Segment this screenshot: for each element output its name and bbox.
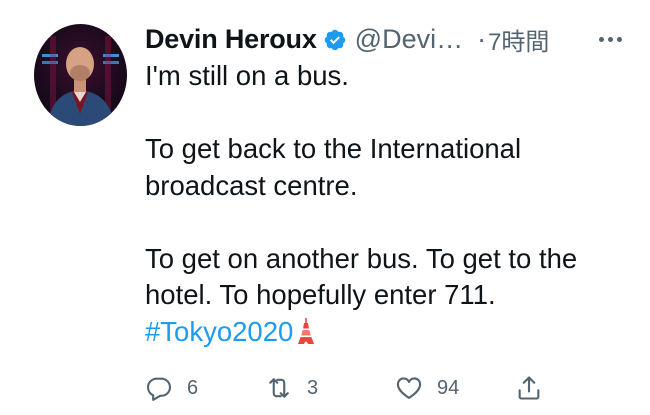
tweet-text-line: To get back to the International <box>145 133 522 164</box>
tweet-text-line: I'm still on a bus. <box>145 60 349 91</box>
tweet-card[interactable]: Devin Heroux @Devi… · 7時間 I'm still on a… <box>0 0 650 415</box>
author-handle[interactable]: @Devi… <box>355 24 463 55</box>
reply-icon <box>145 374 173 402</box>
retweet-button[interactable]: 3 <box>265 368 318 408</box>
tweet-text-line: hotel. To hopefully enter 711. <box>145 279 496 310</box>
avatar[interactable] <box>34 24 127 126</box>
heart-icon <box>395 374 423 402</box>
header-separator: · <box>477 23 487 54</box>
share-button[interactable] <box>515 368 543 408</box>
tweet-text-line: To get on another bus. To get to the <box>145 242 578 274</box>
tweet-text: I'm still on a bus. To get back to the I… <box>145 58 640 350</box>
hashtag-line: #Tokyo2020 <box>145 314 640 351</box>
tweet-timestamp[interactable]: 7時間 <box>488 22 549 57</box>
tokyo-tower-icon <box>297 317 315 345</box>
like-button[interactable]: 94 <box>395 368 459 408</box>
author-display-name[interactable]: Devin Heroux <box>145 24 317 55</box>
tweet-text-line: broadcast centre. <box>145 169 358 201</box>
reply-button[interactable]: 6 <box>145 368 198 408</box>
reply-count: 6 <box>187 376 199 399</box>
verified-badge-icon <box>323 28 347 52</box>
tweet-action-bar: 6 3 94 <box>145 368 625 408</box>
hashtag-link[interactable]: #Tokyo2020 <box>145 316 293 347</box>
share-icon <box>515 374 543 402</box>
more-horizontal-icon[interactable] <box>593 21 627 57</box>
avatar-image <box>42 36 119 126</box>
retweet-icon <box>265 374 293 402</box>
like-count: 94 <box>437 376 460 399</box>
retweet-count: 3 <box>307 376 319 399</box>
tweet-header: Devin Heroux @Devi… · 7時間 <box>145 21 635 57</box>
